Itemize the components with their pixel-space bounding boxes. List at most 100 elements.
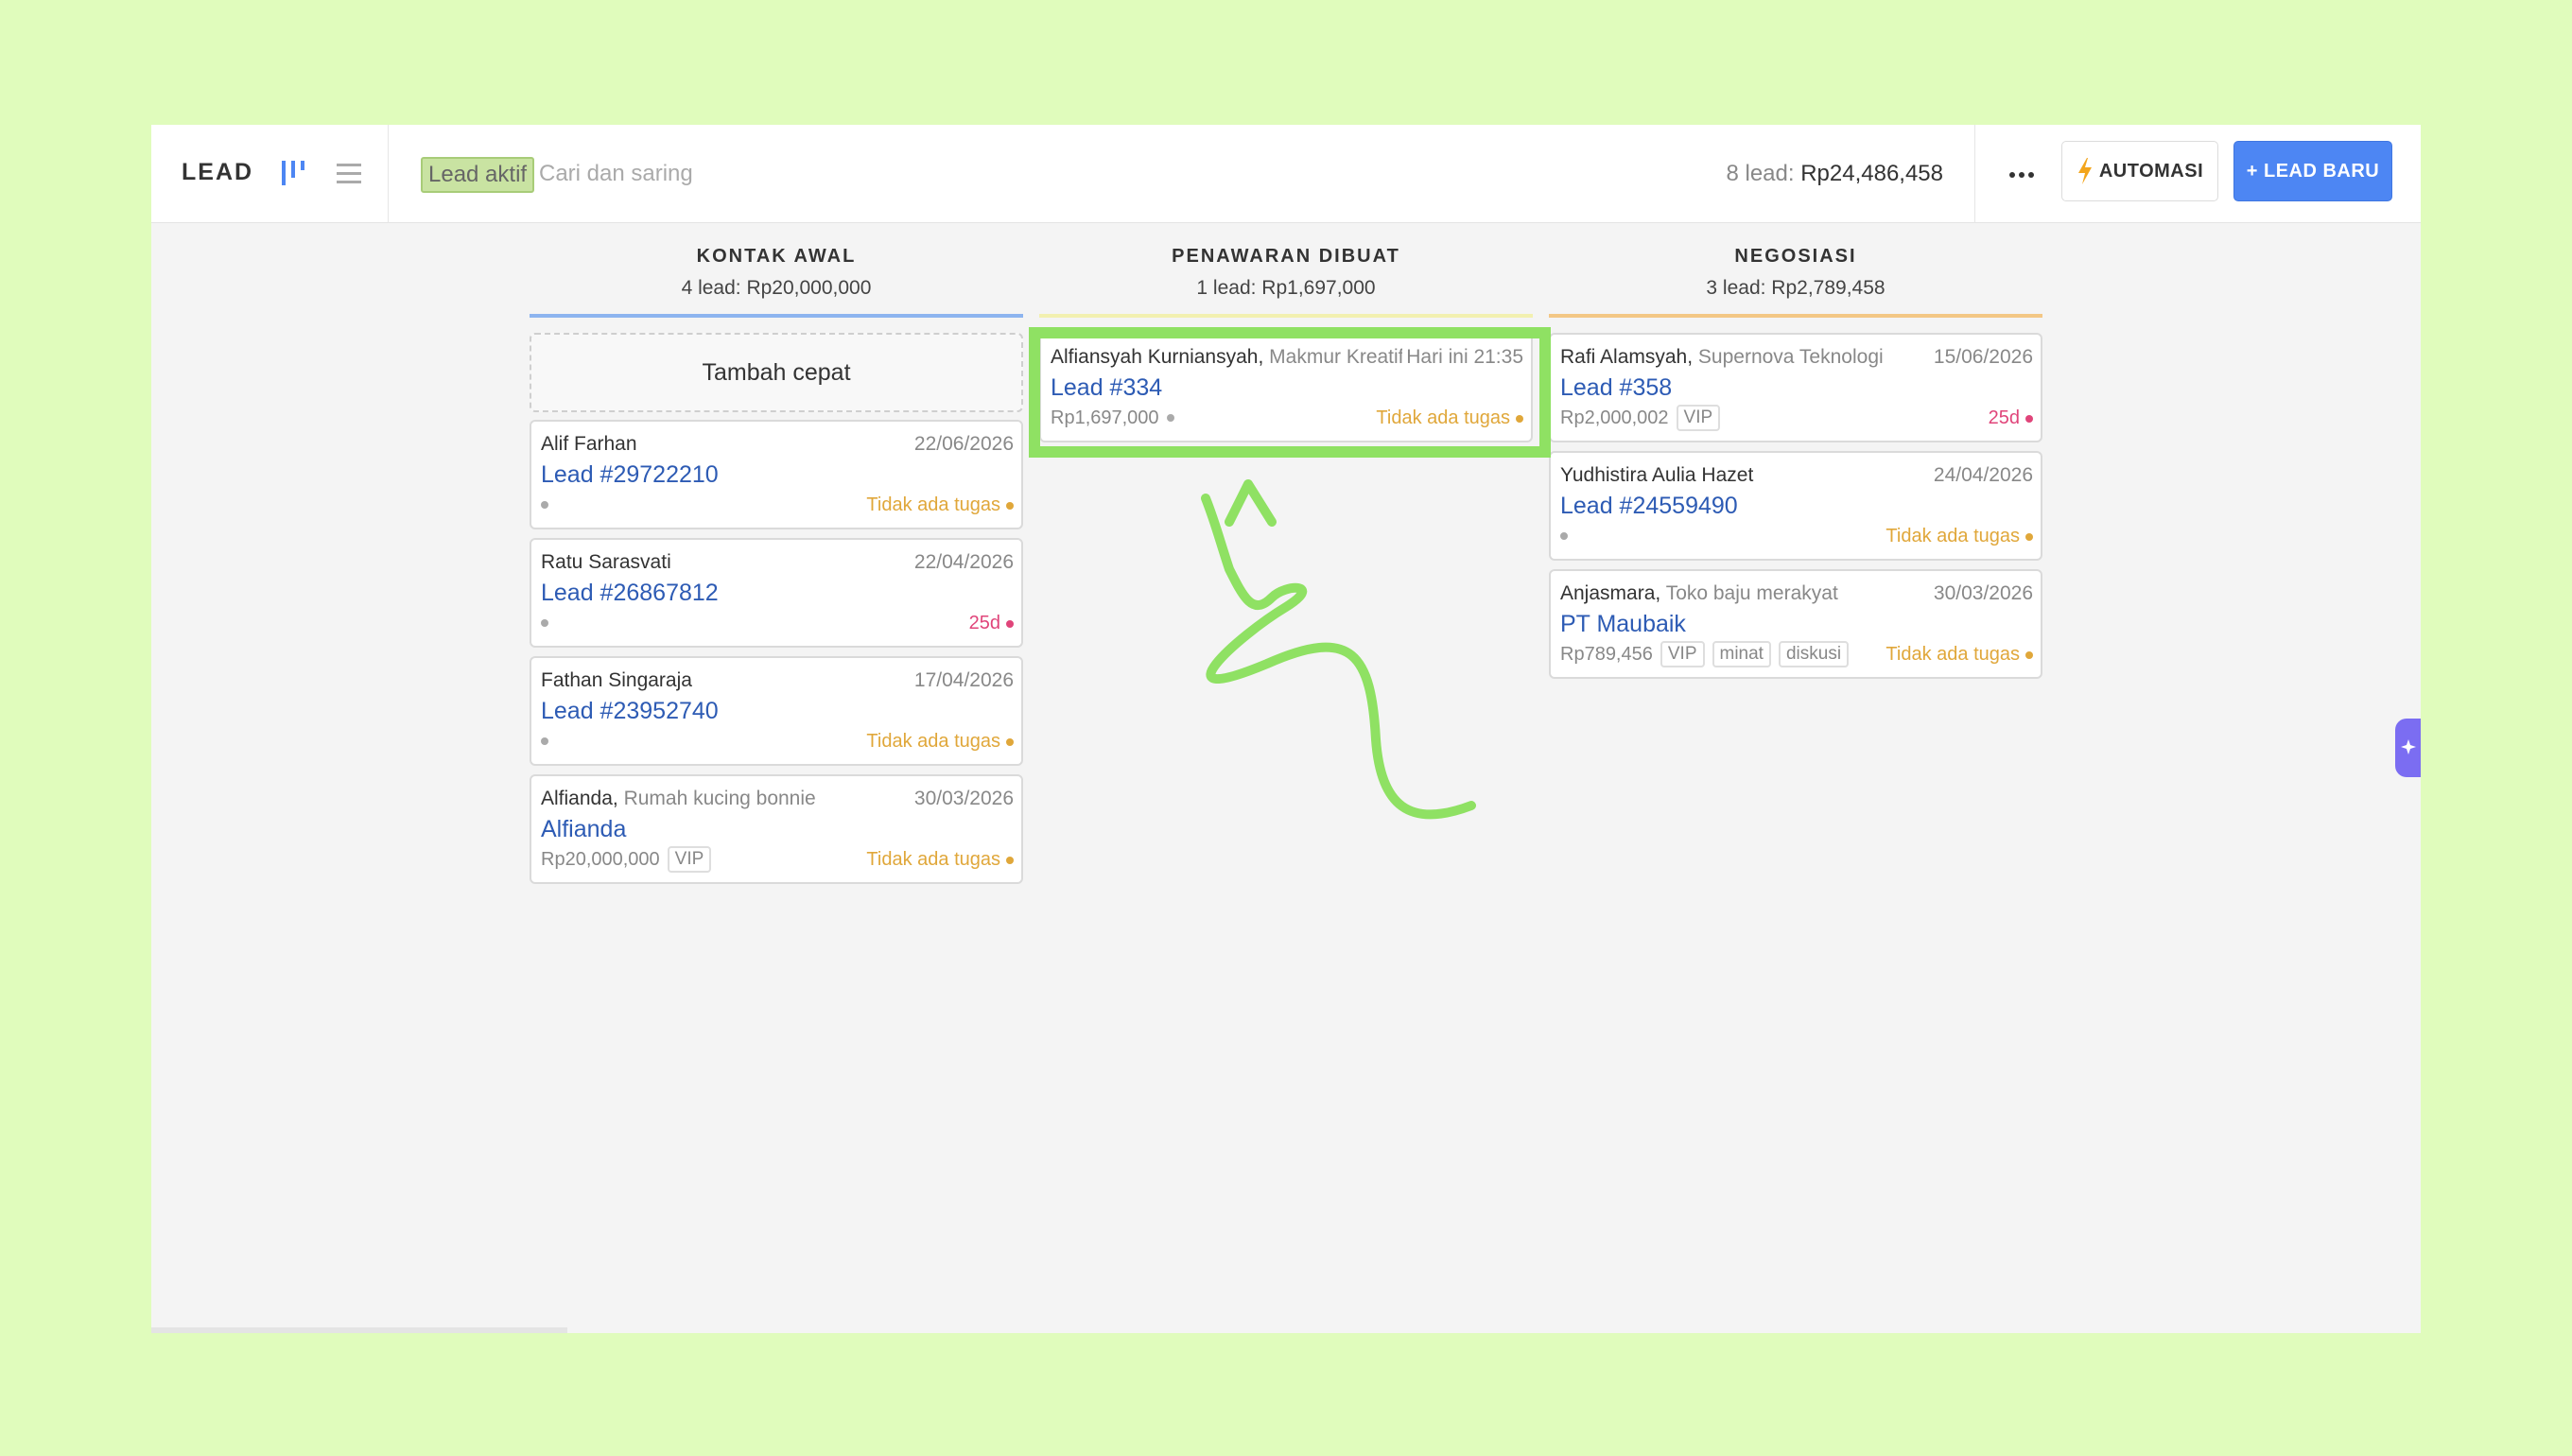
lead-title-link[interactable]: Lead #24559490 [1560,493,1738,520]
dot-icon [541,619,548,627]
card-meta [1560,523,1568,549]
lead-amount: Rp20,000,000 [541,848,660,870]
horizontal-scrollbar[interactable] [151,1327,567,1333]
arrow-annotation [1201,479,1476,820]
card-meta: Rp2,000,002 VIP [1560,405,1721,431]
column-title: KONTAK AWAL [696,246,857,267]
card-date: 30/03/2026 [910,788,1014,810]
divider [388,125,389,223]
lead-card[interactable]: Alfianda, Rumah kucing bonnie 30/03/2026… [530,774,1023,884]
lead-amount: Rp1,697,000 [1051,407,1159,428]
lead-title-link[interactable]: Lead #23952740 [541,698,719,725]
card-meta [541,492,548,518]
status-dot-icon [2025,532,2033,541]
dot-icon [1166,414,1174,422]
lead-title-link[interactable]: Lead #334 [1051,374,1162,402]
task-status: Tidak ada tugas [1886,644,2033,666]
tag-badge: VIP [667,846,712,873]
column-header-kontak-awal: KONTAK AWAL 4 lead: Rp20,000,000 [530,246,1023,300]
card-date: 22/06/2026 [910,433,1014,456]
column-summary: 4 lead: Rp20,000,000 [681,277,872,299]
dot-icon [541,737,548,745]
company-name: Supernova Teknologi [1697,346,1884,368]
top-bar: LEAD Lead aktif 8 lead: Rp24,486,458 [151,125,2421,223]
task-status-text: Tidak ada tugas [866,494,1000,515]
more-options-icon[interactable] [2003,157,2041,191]
contact-name: Alif Farhan [541,433,637,455]
lead-card[interactable]: Anjasmara, Toko baju merakyat 30/03/2026… [1549,569,2042,679]
card-date: 30/03/2026 [1929,582,2033,605]
card-date: Hari ini 21:35 [1402,346,1523,369]
divider [1974,125,1975,223]
task-status: Tidak ada tugas [866,494,1014,516]
task-status-text: Tidak ada tugas [1886,526,2020,546]
column-summary: 1 lead: Rp1,697,000 [1196,277,1376,299]
contact-name: Ratu Sarasvati [541,551,671,573]
lead-card[interactable]: Yudhistira Aulia Hazet 24/04/2026 Lead #… [1549,451,2042,561]
company-name: Toko baju merakyat [1665,582,1838,604]
lead-card[interactable]: Alif Farhan 22/06/2026 Lead #29722210 Ti… [530,420,1023,529]
lead-title-link[interactable]: Alfianda [541,816,626,843]
contact-name: Alfiansyah Kurniansyah, [1051,346,1264,368]
kanban-view-icon[interactable] [276,157,310,191]
status-dot-icon [2025,650,2033,659]
task-status: 25d [1989,407,2033,429]
lead-title-link[interactable]: PT Maubaik [1560,611,1686,638]
tag-badge: VIP [1660,641,1705,667]
column-underline [1039,314,1533,318]
task-status: 25d [969,613,1014,634]
lead-title-link[interactable]: Lead #358 [1560,374,1672,402]
contact-name: Rafi Alamsyah, [1560,346,1694,368]
task-status: Tidak ada tugas [1886,526,2033,547]
status-dot-icon [1006,856,1014,864]
task-status-text: 25d [1988,407,2020,428]
lead-title-link[interactable]: Lead #26867812 [541,580,719,607]
dot-icon [541,501,548,509]
column-header-negosiasi: NEGOSIASI 3 lead: Rp2,789,458 [1549,246,2042,300]
lead-card[interactable]: Ratu Sarasvati 22/04/2026 Lead #26867812… [530,538,1023,648]
new-lead-button[interactable]: + LEAD BARU [2233,141,2392,201]
lead-card[interactable]: Alfiansyah Kurniansyah, Makmur Kreatif H… [1039,333,1533,442]
task-status-text: Tidak ada tugas [866,849,1000,870]
column-title: NEGOSIASI [1734,246,1857,267]
column-summary: 3 lead: Rp2,789,458 [1706,277,1886,299]
leads-app: LEAD Lead aktif 8 lead: Rp24,486,458 [151,125,2421,1333]
company-name: Makmur Kreatif [1269,346,1404,368]
list-view-icon[interactable] [333,157,367,191]
status-dot-icon [1006,501,1014,510]
assistant-tab-icon[interactable] [2395,719,2421,777]
task-status-text: 25d [968,613,1000,633]
lead-title-link[interactable]: Lead #29722210 [541,461,719,489]
task-status: Tidak ada tugas [866,731,1014,753]
contact-name: Yudhistira Aulia Hazet [1560,464,1754,486]
card-date: 24/04/2026 [1929,464,2033,487]
lead-card[interactable]: Fathan Singaraja 17/04/2026 Lead #239527… [530,656,1023,766]
tag-badge: diskusi [1778,641,1850,667]
card-meta [541,728,548,754]
column-underline [1549,314,2042,318]
automation-button[interactable]: AUTOMASI [2061,141,2218,201]
page-title: LEAD [182,159,254,185]
lead-amount: Rp2,000,002 [1560,407,1669,428]
status-dot-icon [1516,414,1523,423]
search-input[interactable] [539,155,1106,193]
active-filter-chip[interactable]: Lead aktif [421,157,535,193]
dot-icon [1560,532,1568,540]
task-status: Tidak ada tugas [1376,407,1523,429]
new-lead-label: + LEAD BARU [2246,160,2380,182]
lead-card[interactable]: Rafi Alamsyah, Supernova Teknologi 15/06… [1549,333,2042,442]
card-meta: Rp20,000,000 VIP [541,846,712,873]
tag-badge: minat [1712,641,1771,667]
task-status-text: Tidak ada tugas [1376,407,1510,428]
contact-name: Anjasmara, [1560,582,1661,604]
card-date: 22/04/2026 [910,551,1014,574]
task-status-text: Tidak ada tugas [866,731,1000,752]
lightning-icon [2077,158,2092,184]
quick-add-button[interactable]: Tambah cepat [530,333,1023,412]
lead-amount: Rp789,456 [1560,643,1653,665]
company-name: Rumah kucing bonnie [623,788,816,809]
contact-name: Alfianda, [541,788,618,809]
leads-summary: 8 lead: Rp24,486,458 [1726,161,1943,187]
card-meta: Rp789,456 VIP minat diskusi [1560,641,1850,667]
status-dot-icon [1006,619,1014,628]
